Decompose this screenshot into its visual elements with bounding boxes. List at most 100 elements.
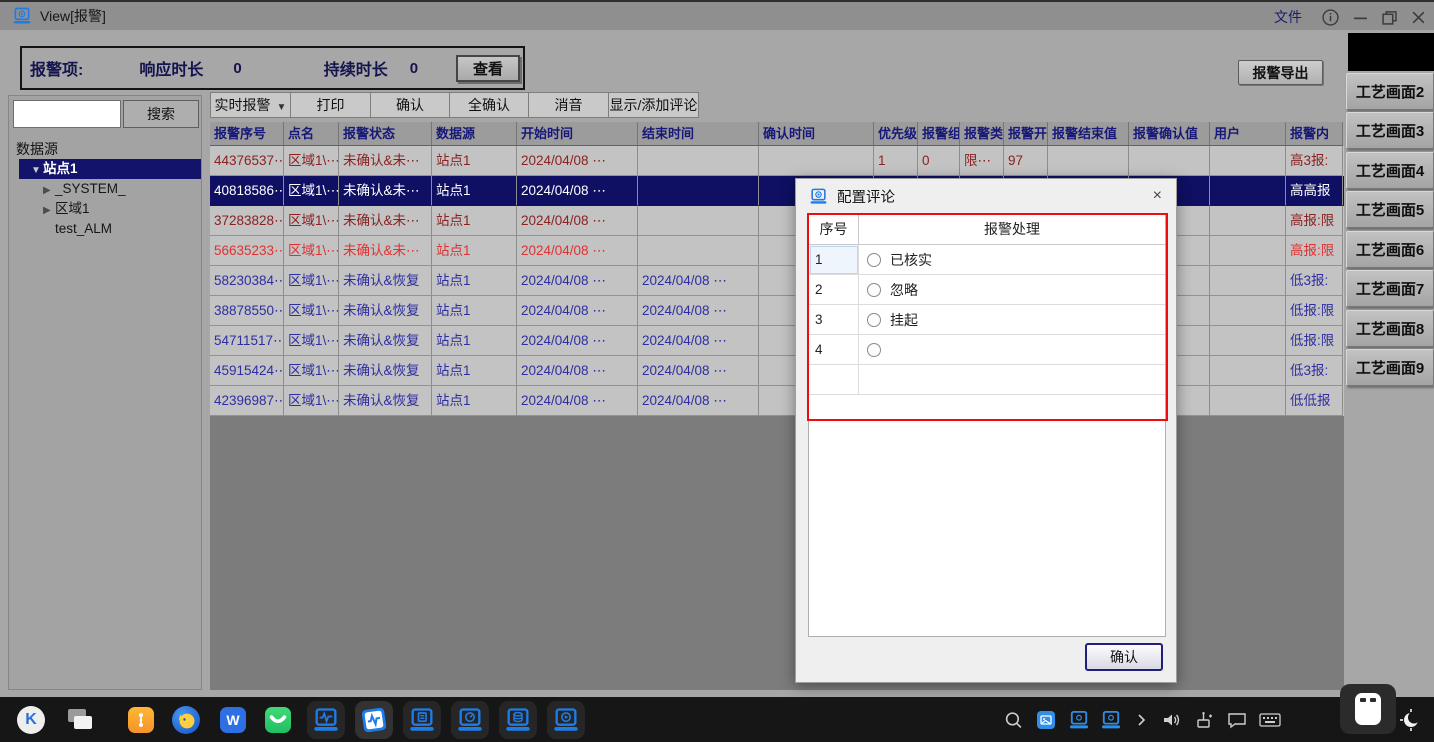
column-header-12[interactable]: 报警结束值 [1048,122,1129,146]
column-header-2[interactable]: 点名 [284,122,339,146]
comment-option-cell[interactable]: 忽略 [859,275,1165,305]
task-view-icon[interactable] [66,706,94,734]
column-header-14[interactable]: 用户 [1210,122,1286,146]
chevron-right-icon[interactable] [1134,713,1148,727]
comment-option-cell[interactable]: 已核实 [859,245,1165,275]
search-icon[interactable] [1004,710,1023,729]
comment-row-1[interactable]: 1已核实 [809,245,1165,275]
messenger-icon[interactable] [265,707,291,733]
confirm-button[interactable]: 确认 [1085,643,1163,671]
night-mode-icon[interactable] [1398,707,1424,733]
radio-button[interactable] [867,253,881,267]
database-monitor-icon[interactable] [499,701,537,739]
report-doc-icon[interactable] [403,701,441,739]
toolbar-button-1[interactable]: 打印 [290,92,371,118]
cell: 区域1\⋯ [284,386,339,416]
process-screen-button-3[interactable]: 工艺画面3 [1346,112,1434,149]
column-seq: 序号 [809,215,859,245]
info-icon[interactable] [1322,9,1339,26]
column-header-7[interactable]: 确认时间 [759,122,874,146]
process-screen-button-8[interactable]: 工艺画面8 [1346,310,1434,347]
wps-office-icon[interactable]: W [220,707,246,733]
process-screen-button-2[interactable]: 工艺画面2 [1346,73,1434,110]
cell: 站点1 [432,386,517,416]
comment-row-2[interactable]: 2 忽略 [809,275,1165,305]
column-header-1[interactable]: 报警序号 [210,122,284,146]
search-input[interactable] [13,100,121,128]
radio-button[interactable] [867,343,881,357]
preview-box [1348,33,1434,71]
keyboard-icon[interactable] [1259,712,1281,728]
screenshot-tile-icon[interactable] [1036,710,1056,730]
chat-icon[interactable] [1227,711,1247,729]
monitor-wave-icon[interactable] [307,701,345,739]
column-header-10[interactable]: 报警类 [960,122,1004,146]
close-icon[interactable] [1411,10,1426,25]
start-menu-icon[interactable]: K [17,706,45,734]
column-header-4[interactable]: 数据源 [432,122,517,146]
process-screen-button-4[interactable]: 工艺画面4 [1346,152,1434,189]
radio-button[interactable] [867,313,881,327]
column-header-8[interactable]: 优先级 [874,122,918,146]
volume-icon[interactable] [1161,711,1183,729]
tree-item-_SYSTEM_[interactable]: ▶_SYSTEM_ [9,179,201,199]
column-header-3[interactable]: 报警状态 [339,122,432,146]
radio-button[interactable] [867,283,881,297]
tree-expander-icon[interactable]: ▶ [43,181,55,201]
comment-option-cell[interactable] [859,335,1165,365]
alarm-mode-dropdown[interactable]: 实时报警▼ [210,92,291,118]
tree-item-label: 站点1 [43,161,78,176]
comment-row-number: 2 [809,275,859,305]
cell: 未确认&恢复 [339,296,432,326]
tree-expander-icon[interactable]: ▶ [43,201,55,221]
view-button[interactable]: 查看 [456,55,520,82]
dialog-close-icon[interactable]: × [1153,187,1162,205]
cell: 2024/04/08 ⋯ [638,356,759,386]
player-monitor-icon[interactable] [547,701,585,739]
column-header-6[interactable]: 结束时间 [638,122,759,146]
toolbar-button-4[interactable]: 消音 [528,92,609,118]
alarm-row-1[interactable]: 44376537⋯区域1\⋯未确认&未⋯站点12024/04/08 ⋯10限⋯9… [210,146,1344,176]
search-button[interactable]: 搜索 [123,100,199,128]
comment-option-label: 忽略 [890,280,918,300]
column-header-15[interactable]: 报警内 [1286,122,1343,146]
comment-row-3[interactable]: 3挂起 [809,305,1165,335]
comment-option-cell [859,365,1165,395]
column-header-11[interactable]: 报警开 [1004,122,1048,146]
minimize-icon[interactable] [1353,10,1368,25]
view-app-icon[interactable] [1068,710,1090,729]
comment-dialog: 配置评论 × 序号 报警处理 1已核实2忽略3挂起4 确认 [795,178,1177,683]
cell: 45915424⋯ [210,356,284,386]
network-icon[interactable] [1195,710,1215,730]
process-screen-button-7[interactable]: 工艺画面7 [1346,270,1434,307]
process-screen-button-9[interactable]: 工艺画面9 [1346,349,1434,386]
menu-file[interactable]: 文件 [1274,7,1302,27]
alarm-export-button[interactable]: 报警导出 [1238,60,1323,85]
browser-icon[interactable] [172,706,200,734]
cell [1210,296,1286,326]
comment-option-cell[interactable]: 挂起 [859,305,1165,335]
toolbar-button-2[interactable]: 确认 [370,92,450,118]
toolbar-button-5[interactable]: 显示/添加评论 [608,92,699,118]
toolbar-button-3[interactable]: 全确认 [449,92,529,118]
software-store-icon[interactable] [128,707,154,733]
usb-device-icon[interactable] [1340,684,1396,734]
view-active-icon[interactable] [355,701,393,739]
restore-icon[interactable] [1382,10,1397,25]
view-app-icon[interactable] [1100,710,1122,729]
process-screen-button-5[interactable]: 工艺画面5 [1346,191,1434,228]
cell: 2024/04/08 ⋯ [517,266,638,296]
dialog-app-icon [809,188,828,205]
column-header-9[interactable]: 报警组 [918,122,960,146]
column-header-13[interactable]: 报警确认值 [1129,122,1210,146]
tree-item-test_ALM[interactable]: test_ALM [9,219,201,239]
gauge-monitor-icon[interactable] [451,701,489,739]
column-header-5[interactable]: 开始时间 [517,122,638,146]
comment-row-4[interactable]: 4 [809,335,1165,365]
tree-item-区域1[interactable]: ▶区域1 [9,199,201,219]
tree-item-站点1[interactable]: ▼站点1 [19,159,201,179]
cell: 区域1\⋯ [284,206,339,236]
comment-row-number: 1 [809,245,859,275]
tree-expander-icon[interactable]: ▼ [31,161,43,181]
process-screen-button-6[interactable]: 工艺画面6 [1346,231,1434,268]
